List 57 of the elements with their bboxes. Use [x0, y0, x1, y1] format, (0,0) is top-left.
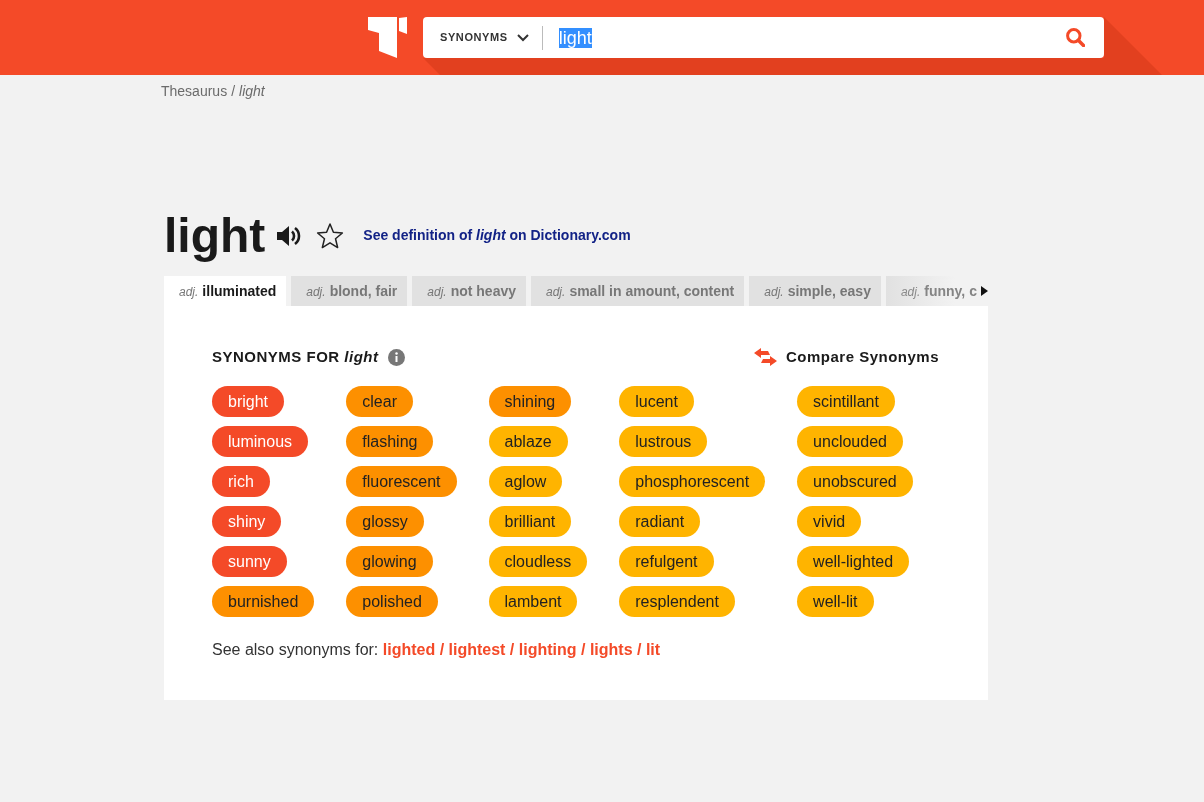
tab[interactable]: adj. illuminated — [164, 276, 287, 306]
synonym-chip[interactable]: rich — [212, 466, 270, 497]
synonym-chip[interactable]: resplendent — [619, 586, 735, 617]
synonym-link[interactable]: lightest — [448, 641, 506, 658]
breadcrumb-link[interactable]: Thesaurus — [161, 83, 228, 99]
synonym-link[interactable]: lighted — [382, 641, 436, 658]
synonym-chip[interactable]: glowing — [346, 546, 433, 577]
compare-synonyms-button[interactable]: Compare Synonyms — [753, 345, 939, 369]
synonym-chip[interactable]: polished — [346, 586, 438, 617]
synonym-chip[interactable]: clear — [346, 386, 413, 417]
star-icon[interactable] — [316, 222, 345, 249]
logo-icon[interactable] — [368, 17, 407, 58]
synonym-chip[interactable]: fluorescent — [346, 466, 457, 497]
synonym-chip[interactable]: well-lighted — [797, 546, 910, 577]
synonym-chip[interactable]: refulgent — [619, 546, 714, 577]
synonym-chip[interactable]: glossy — [346, 506, 424, 537]
synonym-chip[interactable]: radiant — [619, 506, 701, 537]
swap-arrows-icon — [753, 348, 777, 366]
tab[interactable]: adj. small in amount, content — [531, 276, 745, 306]
synonym-chip[interactable]: well-lit — [797, 586, 874, 617]
synonym-chip[interactable]: shining — [488, 386, 572, 417]
search-icon — [1066, 28, 1085, 47]
synonym-link[interactable]: lit — [645, 641, 661, 658]
synonym-chip[interactable]: unobscured — [797, 466, 913, 497]
tab[interactable]: adj. blond, fair — [291, 276, 408, 306]
synonym-chip[interactable]: cloudless — [488, 546, 588, 577]
synonym-chip[interactable]: unclouded — [797, 426, 903, 457]
synonym-chip[interactable]: lustrous — [619, 426, 708, 457]
synonym-chip[interactable]: lambent — [488, 586, 578, 617]
tab[interactable]: adj. simple, easy — [749, 276, 881, 306]
definition-link[interactable]: See definition of light on Dictionary.com — [363, 225, 631, 246]
synonym-chip[interactable]: vivid — [797, 506, 862, 537]
breadcrumb-current: light — [239, 83, 265, 99]
synonym-link[interactable]: lights — [589, 641, 633, 658]
synonym-chip[interactable]: bright — [212, 386, 285, 417]
synonym-chip[interactable]: lucent — [619, 386, 694, 417]
chevron-down-icon — [516, 33, 529, 42]
breadcrumb-separator: / — [231, 83, 236, 99]
triangle-right-icon — [981, 286, 988, 296]
synonym-link[interactable]: lighting — [518, 641, 577, 658]
synonym-chip[interactable]: flashing — [346, 426, 434, 457]
tab[interactable]: adj. not heavy — [412, 276, 526, 306]
synonym-chip[interactable]: scintillant — [797, 386, 895, 417]
synonym-chip[interactable]: aglow — [488, 466, 563, 497]
synonym-chip[interactable]: brilliant — [488, 506, 572, 537]
synonym-chip[interactable]: ablaze — [488, 426, 568, 457]
search-type-dropdown[interactable]: SYNONYMS — [423, 17, 529, 58]
synonyms-heading: SYNONYMS FOR light — [212, 347, 379, 367]
synonym-chip[interactable]: luminous — [212, 426, 309, 457]
synonym-chip[interactable]: phosphorescent — [619, 466, 766, 497]
synonym-chip[interactable]: sunny — [212, 546, 287, 577]
speaker-icon[interactable] — [277, 224, 302, 247]
see-also-text: See also synonyms for: lighted / lightest / lighting / lights / lit — [212, 640, 662, 660]
synonym-chip[interactable]: shiny — [212, 506, 282, 537]
info-icon[interactable] — [387, 348, 405, 366]
synonym-chip[interactable]: burnished — [212, 586, 315, 617]
word-title: light — [164, 208, 266, 263]
